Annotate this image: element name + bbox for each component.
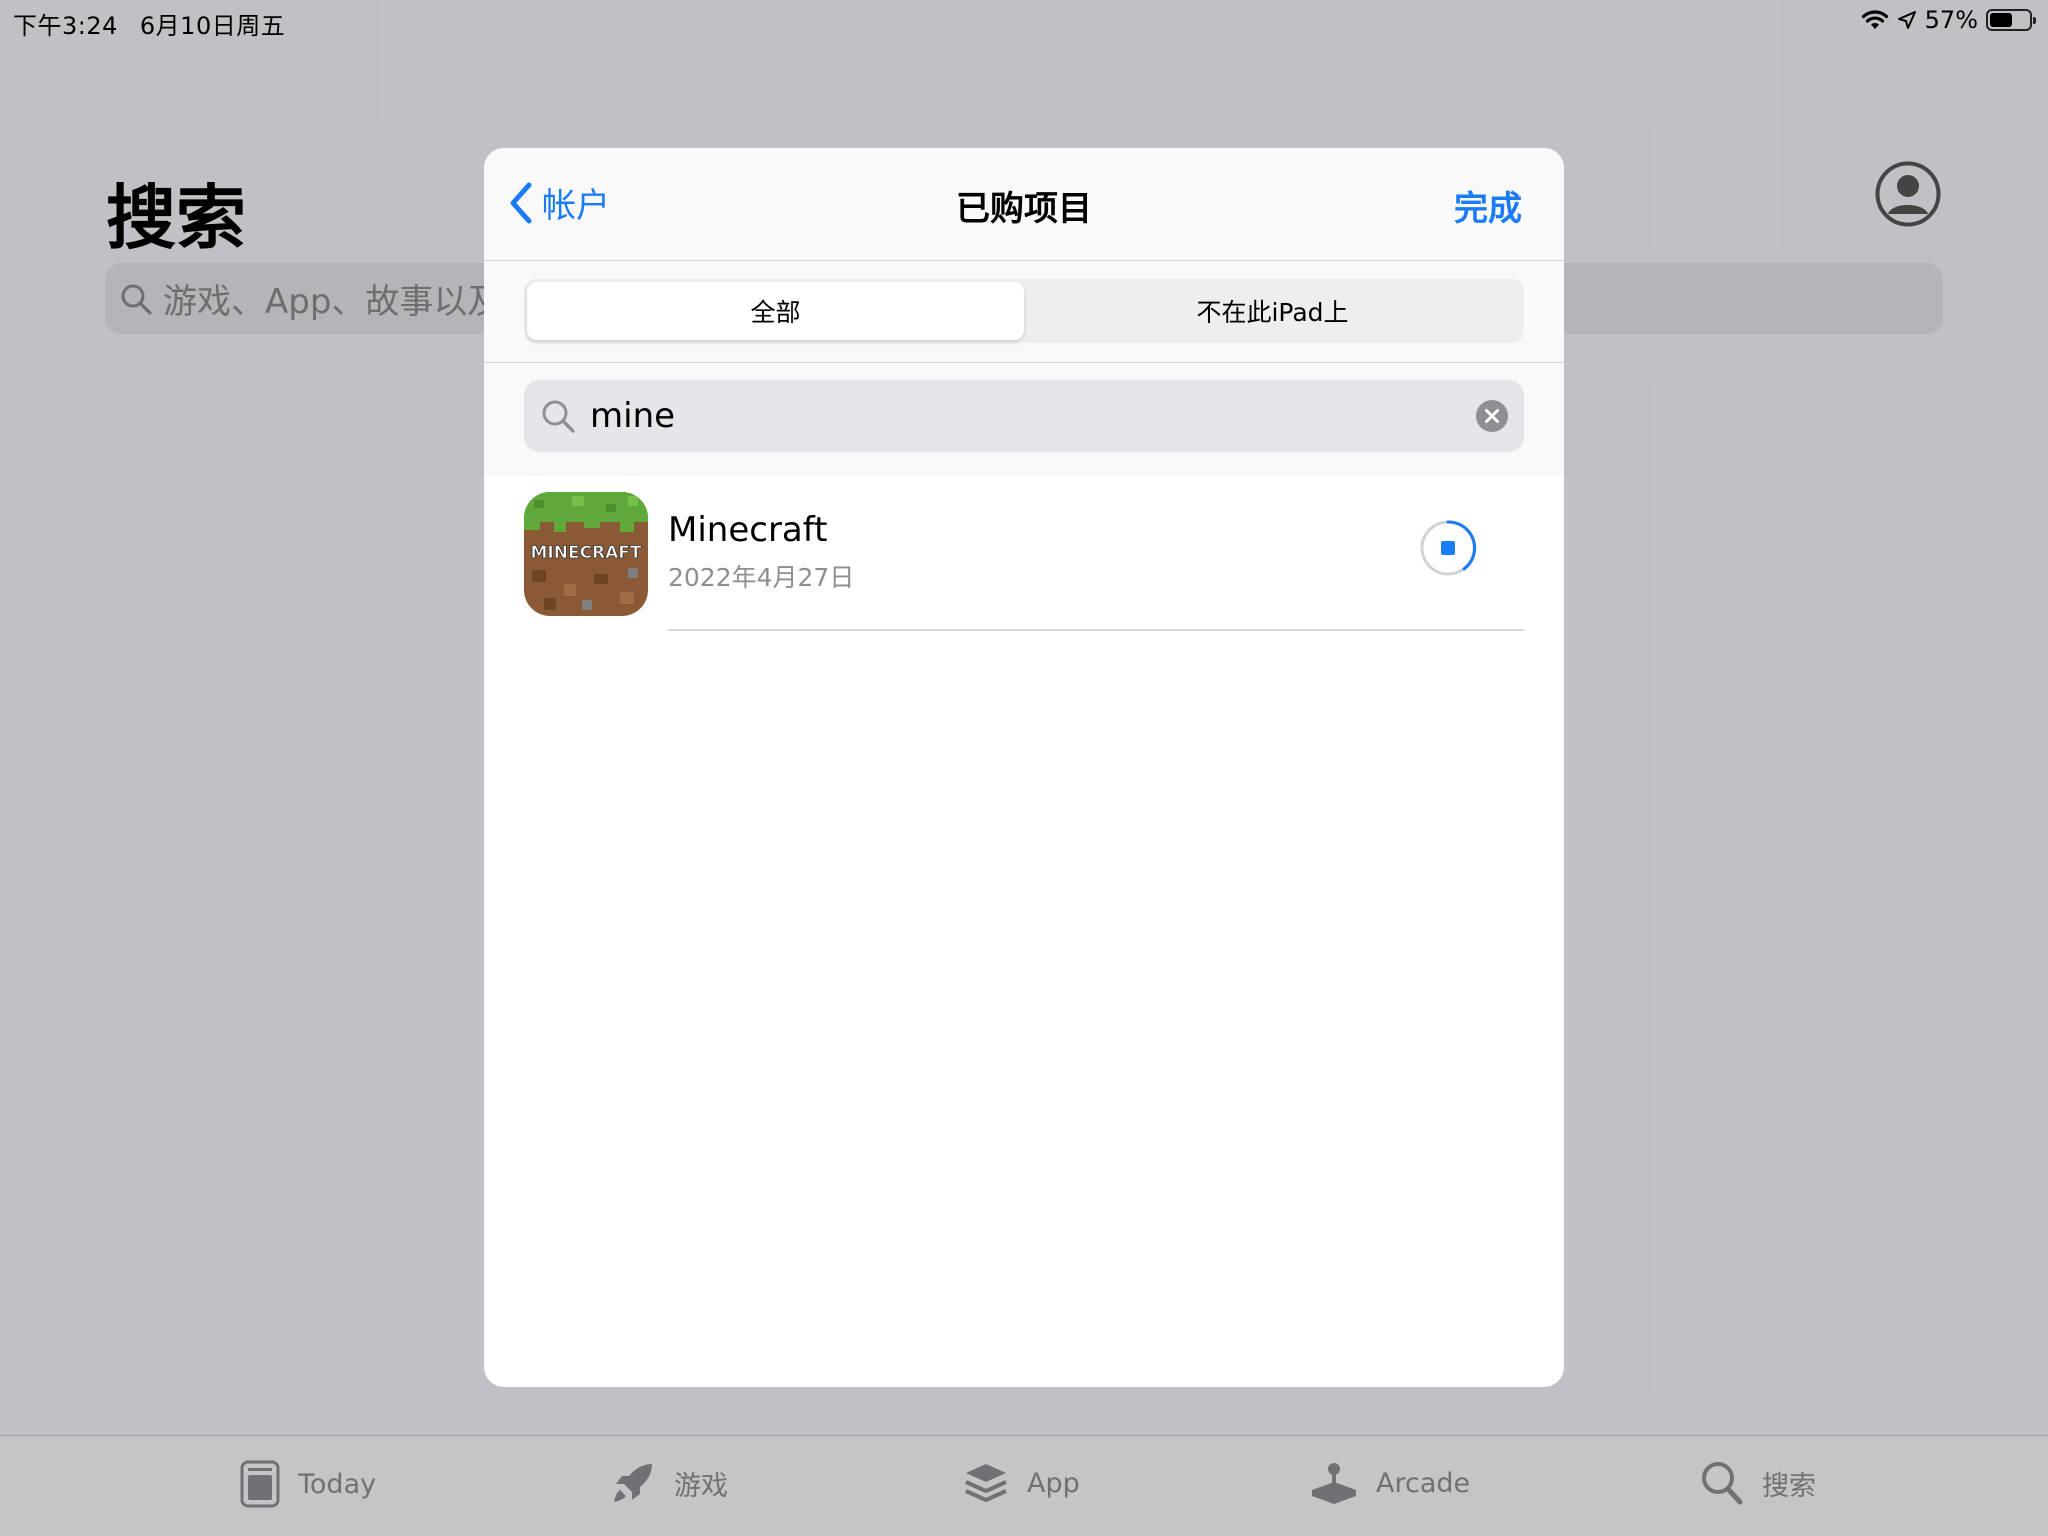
search-value: mine xyxy=(590,396,676,436)
modal-title: 已购项目 xyxy=(956,189,1092,229)
wifi-icon xyxy=(1861,10,1888,29)
battery-percent: 57% xyxy=(1924,6,1978,34)
status-bar: 下午3:24 6月10日周五 57% xyxy=(0,0,2048,40)
location-arrow-icon xyxy=(1897,11,1916,29)
minecraft-app-icon: MINECRAFT xyxy=(524,492,648,616)
row-divider xyxy=(668,629,1524,631)
status-time: 下午3:24 xyxy=(13,12,118,40)
search-bar: mine xyxy=(484,363,1564,476)
segment-not-on-ipad[interactable]: 不在此iPad上 xyxy=(1024,282,1521,340)
purchased-search-input[interactable]: mine xyxy=(524,380,1524,452)
battery-icon xyxy=(1986,9,2036,31)
status-date: 6月10日周五 xyxy=(139,12,286,40)
app-name: Minecraft xyxy=(668,510,828,550)
list-item[interactable]: MINECRAFT Minecraft 2022年4月27日 xyxy=(484,476,1564,631)
app-purchase-date: 2022年4月27日 xyxy=(668,563,855,592)
search-icon xyxy=(542,400,575,433)
icon-text: MINECRAFT xyxy=(530,543,641,563)
segment-bar: 全部 不在此iPad上 xyxy=(484,261,1564,363)
segmented-control: 全部 不在此iPad上 xyxy=(524,279,1524,343)
modal-nav-bar: 帐户 已购项目 完成 xyxy=(484,148,1564,261)
stop-download-icon[interactable] xyxy=(1419,519,1477,577)
purchased-modal: 帐户 已购项目 完成 全部 不在此iPad上 mine MINECRAFT Mi… xyxy=(484,148,1564,1387)
clear-icon[interactable] xyxy=(1476,400,1508,432)
done-button[interactable]: 完成 xyxy=(1454,181,1522,230)
segment-all[interactable]: 全部 xyxy=(527,282,1024,340)
